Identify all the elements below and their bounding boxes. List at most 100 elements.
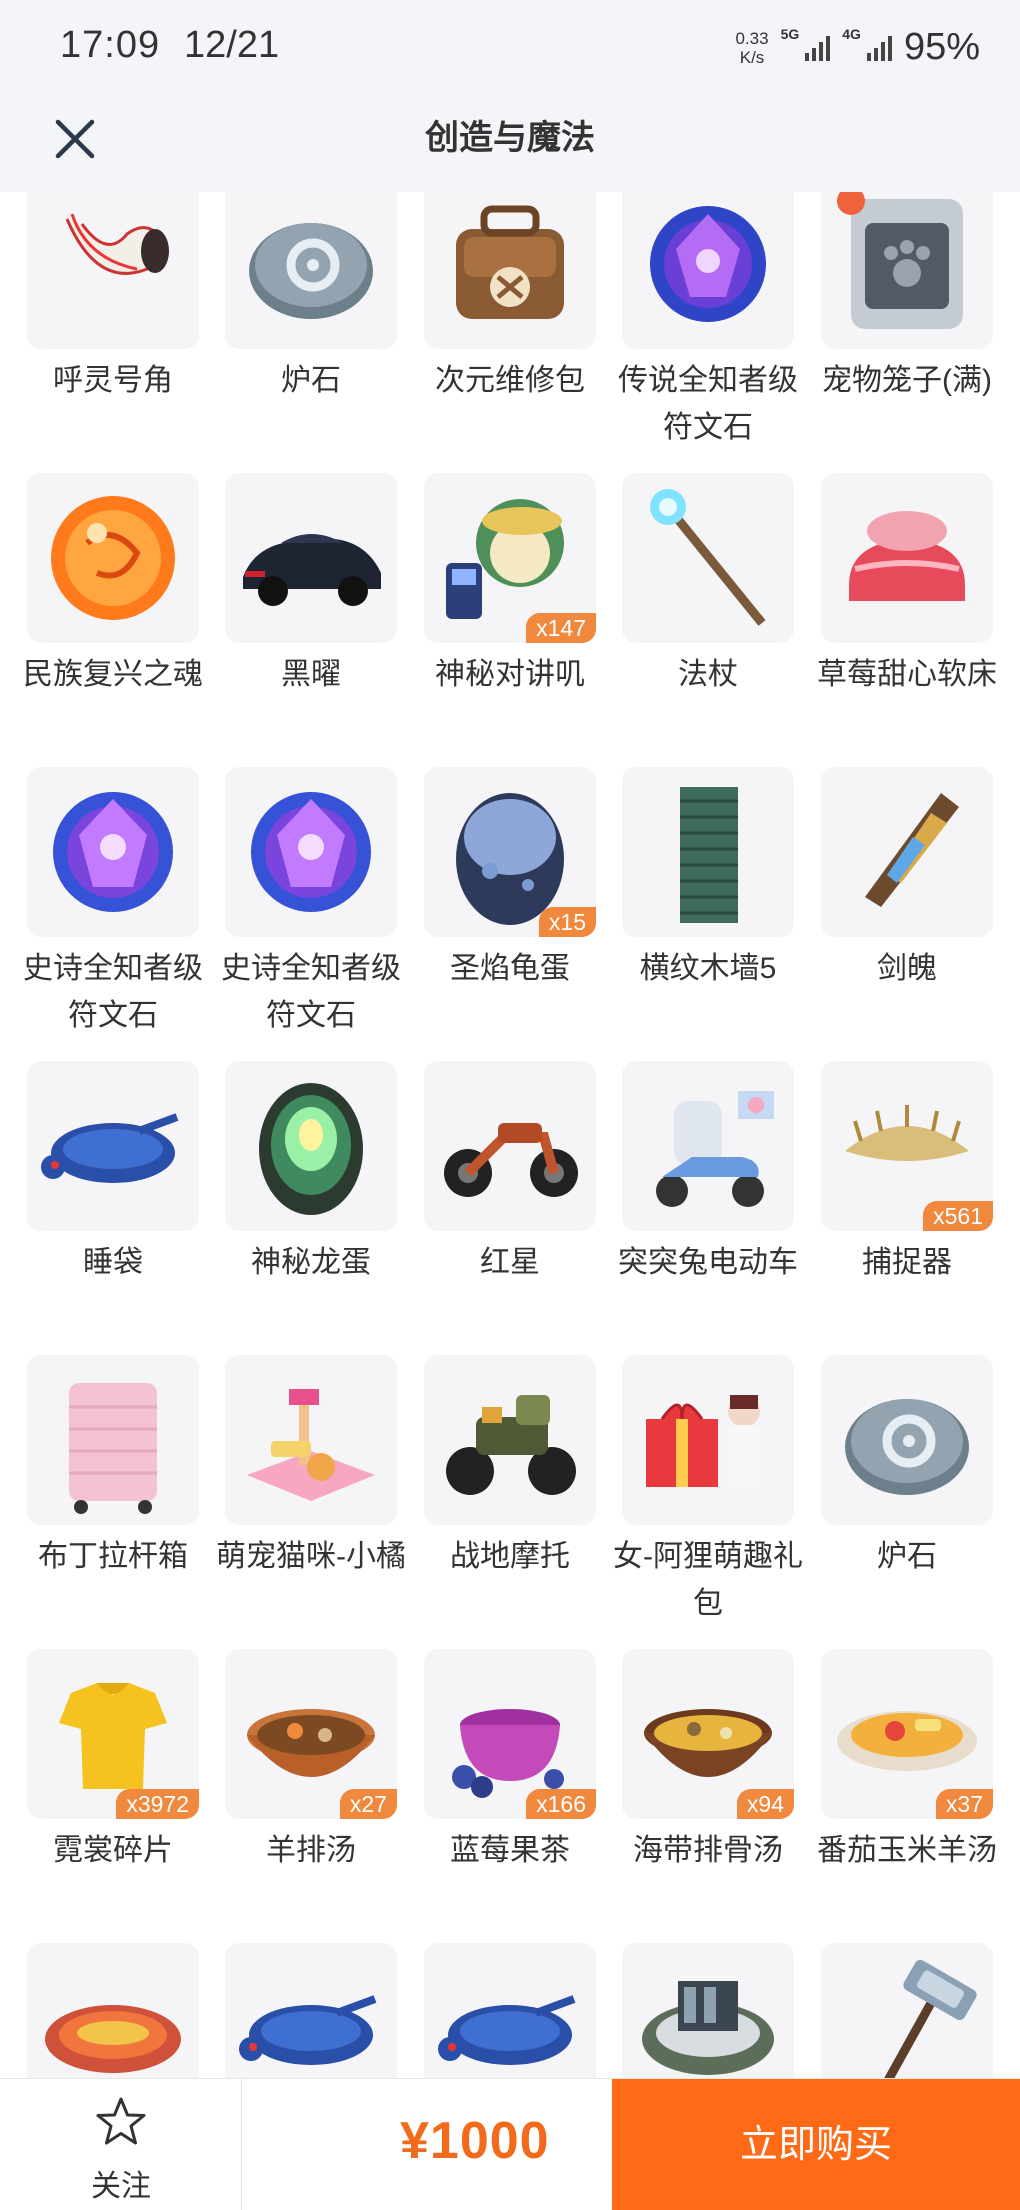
item-thumbnail bbox=[821, 767, 993, 937]
item-name: 次元维修包 bbox=[435, 364, 585, 397]
scooter-icon bbox=[656, 1091, 774, 1207]
item-name: 圣焰龟蛋 bbox=[450, 952, 570, 985]
item-card[interactable]: 黑曜 bbox=[225, 473, 397, 753]
quantity-badge: x27 bbox=[339, 1789, 397, 1819]
item-card[interactable]: 次元维修包 bbox=[424, 192, 596, 459]
item-grid[interactable]: 呼灵号角 炉石 次元维修包 传说全知者级符文石 宠物笼子(满) 民族复兴之魂 黑曜 x147 神… bbox=[0, 192, 1020, 2078]
sim1-label: 5G bbox=[780, 26, 800, 42]
arena-icon bbox=[642, 1981, 774, 2075]
net-speed: 0.33 K/s bbox=[735, 28, 769, 67]
status-date: 12/21 bbox=[184, 24, 280, 66]
item-card[interactable]: x37 番茄玉米羊汤 bbox=[817, 1649, 997, 1929]
item-card[interactable]: 宠物笼子(满) bbox=[821, 192, 993, 459]
item-card[interactable]: 横纹木墙5 bbox=[622, 767, 794, 1047]
item-name: 羊排汤 bbox=[266, 1834, 356, 1867]
item-card[interactable] bbox=[622, 1943, 794, 2078]
item-name: 神秘对讲叽 bbox=[435, 658, 585, 691]
item-name: 草莓甜心软床 bbox=[817, 658, 997, 691]
item-thumbnail bbox=[27, 192, 199, 349]
wall-icon bbox=[680, 787, 738, 923]
follow-label: 关注 bbox=[91, 2170, 151, 2203]
rune-epic-icon bbox=[251, 792, 371, 912]
item-card[interactable]: 布丁拉杆箱 bbox=[27, 1355, 199, 1635]
item-thumbnail bbox=[821, 1355, 993, 1525]
item-name: 法杖 bbox=[678, 658, 738, 691]
item-card[interactable]: 女-阿狸萌趣礼包 bbox=[613, 1355, 803, 1635]
follow-button[interactable]: 关注 bbox=[0, 2079, 242, 2210]
quantity-badge: x561 bbox=[923, 1201, 993, 1231]
item-card[interactable] bbox=[225, 1943, 397, 2078]
stone-icon bbox=[249, 223, 373, 319]
item-card[interactable]: 剑魄 bbox=[821, 767, 993, 1047]
item-thumbnail: x27 bbox=[225, 1649, 397, 1819]
item-card[interactable]: 草莓甜心软床 bbox=[817, 473, 997, 753]
item-name: 剑魄 bbox=[877, 952, 937, 985]
item-card[interactable]: 传说全知者级符文石 bbox=[618, 192, 798, 459]
item-thumbnail bbox=[225, 192, 397, 349]
item-name: 突突兔电动车 bbox=[618, 1246, 798, 1279]
item-card[interactable]: 炉石 bbox=[821, 1355, 993, 1635]
item-card[interactable]: x15 圣焰龟蛋 bbox=[424, 767, 596, 1047]
item-card[interactable]: 法杖 bbox=[622, 473, 794, 753]
item-card[interactable]: 史诗全知者级符文石 bbox=[221, 767, 401, 1047]
item-card[interactable]: 民族复兴之魂 bbox=[23, 473, 203, 753]
item-name: 萌宠猫咪-小橘 bbox=[216, 1540, 406, 1573]
item-thumbnail bbox=[27, 473, 199, 643]
item-card[interactable] bbox=[821, 1943, 993, 2078]
quantity-badge: x15 bbox=[538, 907, 596, 937]
item-name: 炉石 bbox=[281, 364, 341, 397]
motorbike-icon bbox=[444, 1123, 578, 1197]
quantity-badge: x37 bbox=[935, 1789, 993, 1819]
staff-icon bbox=[650, 489, 766, 626]
quantity-badge: x94 bbox=[736, 1789, 794, 1819]
item-name: 睡袋 bbox=[83, 1246, 143, 1279]
item-name: 宠物笼子(满) bbox=[822, 364, 992, 397]
item-card[interactable]: 红星 bbox=[424, 1061, 596, 1341]
item-thumbnail bbox=[622, 1355, 794, 1525]
sleeping-bag-icon bbox=[41, 1113, 179, 1183]
item-name: 神秘龙蛋 bbox=[251, 1246, 371, 1279]
item-thumbnail: x166 bbox=[424, 1649, 596, 1819]
signal-5g-icon bbox=[805, 35, 831, 61]
item-card[interactable]: 突突兔电动车 bbox=[618, 1061, 798, 1341]
item-thumbnail bbox=[622, 1061, 794, 1231]
buy-now-button[interactable]: 立即购买 bbox=[612, 2079, 1020, 2210]
item-card[interactable]: x94 海带排骨汤 bbox=[622, 1649, 794, 1929]
item-card[interactable]: 神秘龙蛋 bbox=[225, 1061, 397, 1341]
sleeping-bag-icon bbox=[438, 1995, 576, 2065]
item-name: 史诗全知者级符文石 bbox=[221, 952, 401, 1032]
cage-icon bbox=[837, 192, 963, 329]
item-name: 民族复兴之魂 bbox=[23, 658, 203, 691]
item-name: 红星 bbox=[480, 1246, 540, 1279]
fish-dish-icon bbox=[45, 2005, 181, 2073]
item-card[interactable]: 萌宠猫咪-小橘 bbox=[216, 1355, 406, 1635]
item-thumbnail bbox=[821, 192, 993, 349]
item-card[interactable]: 炉石 bbox=[225, 192, 397, 459]
item-name: 女-阿狸萌趣礼包 bbox=[613, 1540, 803, 1620]
item-card[interactable] bbox=[424, 1943, 596, 2078]
quantity-badge: x3972 bbox=[116, 1789, 199, 1819]
item-card[interactable]: 战地摩托 bbox=[424, 1355, 596, 1635]
gift-icon bbox=[646, 1395, 762, 1487]
item-thumbnail bbox=[27, 1355, 199, 1525]
item-card[interactable]: 呼灵号角 bbox=[27, 192, 199, 459]
item-card[interactable]: 睡袋 bbox=[27, 1061, 199, 1341]
item-name: 捕捉器 bbox=[862, 1246, 952, 1279]
item-card[interactable]: x27 羊排汤 bbox=[225, 1649, 397, 1929]
item-card[interactable]: 史诗全知者级符文石 bbox=[23, 767, 203, 1047]
item-name: 海带排骨汤 bbox=[633, 1834, 783, 1867]
item-name: 史诗全知者级符文石 bbox=[23, 952, 203, 1032]
item-card[interactable]: x147 神秘对讲叽 bbox=[424, 473, 596, 753]
bottom-bar: 关注 ¥1000 立即购买 bbox=[0, 2078, 1020, 2210]
item-name: 呼灵号角 bbox=[53, 364, 173, 397]
item-thumbnail bbox=[821, 1943, 993, 2078]
item-name: 战地摩托 bbox=[450, 1540, 570, 1573]
item-card[interactable]: x3972 霓裳碎片 bbox=[27, 1649, 199, 1929]
cat-tower-icon bbox=[247, 1389, 375, 1501]
item-thumbnail bbox=[225, 1943, 397, 2078]
item-card[interactable]: x561 捕捉器 bbox=[821, 1061, 993, 1341]
item-thumbnail bbox=[821, 473, 993, 643]
item-card[interactable]: x166 蓝莓果茶 bbox=[424, 1649, 596, 1929]
item-card[interactable] bbox=[27, 1943, 199, 2078]
item-name: 黑曜 bbox=[281, 658, 341, 691]
